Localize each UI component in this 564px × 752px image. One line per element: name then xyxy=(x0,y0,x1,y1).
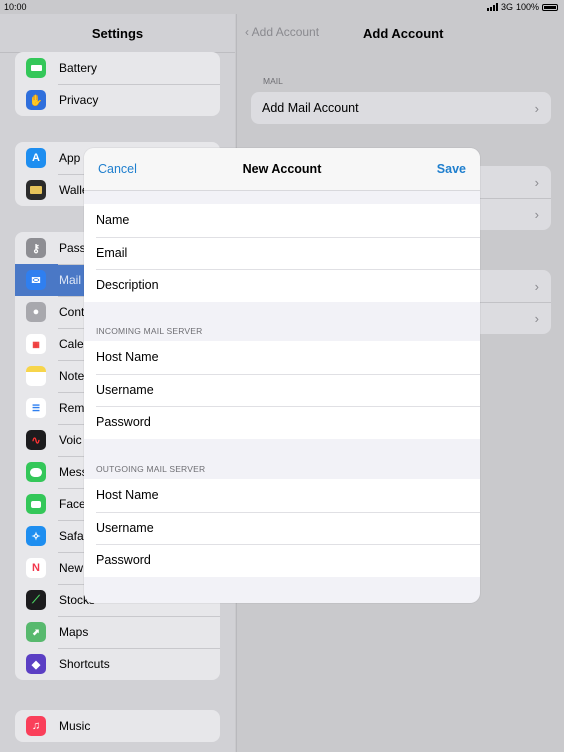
field-label: Host Name xyxy=(96,350,159,365)
calendar-icon: ▦ xyxy=(26,334,46,354)
email-field[interactable]: Email xyxy=(84,236,480,270)
sidebar-item-label: Music xyxy=(59,719,91,733)
shortcuts-icon: ◆ xyxy=(26,654,46,674)
sidebar-item-label: Pass xyxy=(59,241,86,255)
detail-title: Add Account xyxy=(363,26,444,41)
sidebar-item-label: Shortcuts xyxy=(59,657,110,671)
name-field[interactable]: Name xyxy=(84,204,480,237)
signal-icon xyxy=(486,3,498,11)
outgoing-server-caption: OUTGOING MAIL SERVER xyxy=(96,464,206,474)
sidebar-item-privacy[interactable]: ✋ Privacy xyxy=(15,84,220,116)
incoming-username-field[interactable]: Username xyxy=(84,373,480,407)
sidebar-item-shortcuts[interactable]: ◆ Shortcuts xyxy=(15,648,220,680)
sidebar-item-label: Note xyxy=(59,369,85,383)
sidebar-group-4: ♫ Music xyxy=(15,710,220,742)
incoming-host-name-field[interactable]: Host Name xyxy=(84,341,480,374)
sidebar-item-label: Maps xyxy=(59,625,89,639)
add-mail-account-row[interactable]: Add Mail Account › xyxy=(251,92,551,124)
field-label: Host Name xyxy=(96,488,159,503)
field-label: Username xyxy=(96,382,154,397)
notes-icon xyxy=(26,366,46,386)
cancel-button[interactable]: Cancel xyxy=(98,162,137,176)
wallet-icon xyxy=(26,180,46,200)
sidebar-group-1: Battery ✋ Privacy xyxy=(15,52,220,116)
save-button[interactable]: Save xyxy=(437,162,466,176)
sidebar-item-battery[interactable]: Battery xyxy=(15,52,220,84)
sidebar-item-label: Rem xyxy=(59,401,85,415)
sidebar-item-label: Face xyxy=(59,497,86,511)
field-label: Password xyxy=(96,415,151,430)
sidebar-item-music[interactable]: ♫ Music xyxy=(15,710,220,742)
status-time: 10:00 xyxy=(4,2,27,12)
field-label: Email xyxy=(96,245,128,260)
sheet-header: New Account Cancel Save xyxy=(84,148,480,191)
sheet-title: New Account xyxy=(242,162,322,176)
sidebar-item-label: Privacy xyxy=(59,93,99,107)
sidebar-item-maps[interactable]: ⬈ Maps xyxy=(15,616,220,648)
back-button[interactable]: ‹ Add Account xyxy=(245,25,319,39)
sidebar-item-label: App xyxy=(59,151,81,165)
contacts-icon: ● xyxy=(26,302,46,322)
field-label: Name xyxy=(96,213,130,228)
new-account-sheet: New Account Cancel Save Name Email Descr… xyxy=(84,148,480,603)
incoming-server-caption: INCOMING MAIL SERVER xyxy=(96,326,203,336)
sidebar-item-label: Cont xyxy=(59,305,85,319)
sidebar-header: Settings xyxy=(0,14,235,53)
outgoing-host-name-field[interactable]: Host Name xyxy=(84,479,480,512)
outgoing-server-group: Host Name Username Password xyxy=(84,479,480,577)
network-label: 3G xyxy=(500,2,513,12)
envelope-icon: ✉ xyxy=(26,270,46,290)
field-label: Username xyxy=(96,520,154,535)
add-mail-account-label: Add Mail Account xyxy=(262,101,359,115)
chevron-right-icon: › xyxy=(534,279,539,294)
battery-percent: 100% xyxy=(515,2,539,12)
voice-memos-icon: ∿ xyxy=(26,430,46,450)
chevron-right-icon: › xyxy=(534,311,539,326)
sidebar-title: Settings xyxy=(91,26,144,41)
incoming-server-group: Host Name Username Password xyxy=(84,341,480,439)
key-icon: ⚷ xyxy=(26,238,46,258)
safari-icon: ✧ xyxy=(26,526,46,546)
chevron-right-icon: › xyxy=(534,101,539,116)
description-field[interactable]: Description xyxy=(84,269,480,302)
battery-status-icon xyxy=(542,3,558,11)
battery-icon xyxy=(26,58,46,78)
sidebar-item-label: Mail xyxy=(59,273,82,287)
account-fields-group: Name Email Description xyxy=(84,204,480,302)
app-store-icon: A xyxy=(26,148,46,168)
sidebar-item-label: Cale xyxy=(59,337,84,351)
sidebar-item-label: Battery xyxy=(59,61,98,75)
back-label: Add Account xyxy=(251,25,320,39)
outgoing-username-field[interactable]: Username xyxy=(84,511,480,545)
detail-header: ‹ Add Account Add Account xyxy=(237,14,564,52)
sidebar-item-label: Safa xyxy=(59,529,84,543)
maps-icon: ⬈ xyxy=(26,622,46,642)
facetime-icon xyxy=(26,494,46,514)
music-icon: ♫ xyxy=(26,716,46,736)
outgoing-password-field[interactable]: Password xyxy=(84,544,480,577)
news-icon: N xyxy=(26,558,46,578)
status-bar: 10:00 3G 100% xyxy=(0,0,564,14)
field-label: Password xyxy=(96,553,151,568)
mail-section-caption: MAIL xyxy=(263,76,283,86)
reminders-icon: ☰ xyxy=(26,398,46,418)
stocks-icon: ⟋ xyxy=(26,590,46,610)
sidebar-item-label: New xyxy=(59,561,84,575)
sidebar-item-label: Voic xyxy=(59,433,82,447)
hand-icon: ✋ xyxy=(26,90,46,110)
messages-icon xyxy=(26,462,46,482)
chevron-right-icon: › xyxy=(534,207,539,222)
incoming-password-field[interactable]: Password xyxy=(84,406,480,439)
field-label: Description xyxy=(96,278,159,293)
chevron-right-icon: › xyxy=(534,175,539,190)
